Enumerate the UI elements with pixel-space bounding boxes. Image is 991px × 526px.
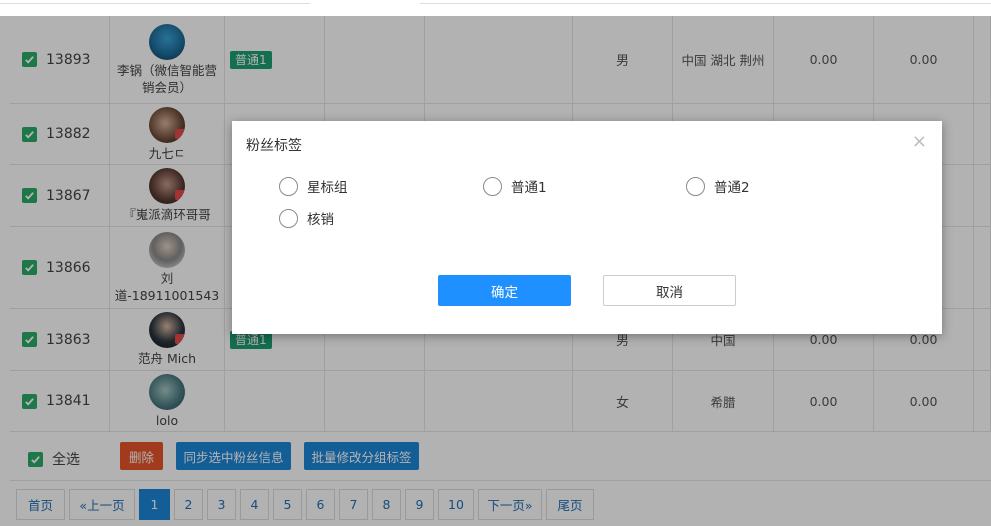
option-redeem[interactable]: 核销 (279, 208, 334, 228)
radio-button[interactable] (279, 176, 298, 196)
tab-divider-left (0, 0, 310, 4)
radio-button[interactable] (686, 176, 705, 196)
option-label: 普通2 (714, 180, 750, 196)
option-label: 核销 (307, 212, 334, 228)
option-normal-1[interactable]: 普通1 (483, 176, 547, 196)
fan-tag-dialog: 粉丝标签 × 星标组 普通1 普通2 核销 确定 取消 (232, 121, 942, 334)
option-star-group[interactable]: 星标组 (279, 176, 348, 196)
radio-button[interactable] (279, 208, 298, 228)
cancel-button[interactable]: 取消 (603, 275, 736, 306)
confirm-button[interactable]: 确定 (438, 275, 571, 306)
option-normal-2[interactable]: 普通2 (686, 176, 750, 196)
dialog-title: 粉丝标签 (246, 138, 302, 154)
top-tab-strip (0, 0, 991, 16)
close-icon[interactable]: × (912, 133, 927, 151)
option-label: 普通1 (511, 180, 547, 196)
option-label: 星标组 (307, 180, 348, 196)
radio-button[interactable] (483, 176, 502, 196)
tab-divider-right (420, 0, 991, 4)
